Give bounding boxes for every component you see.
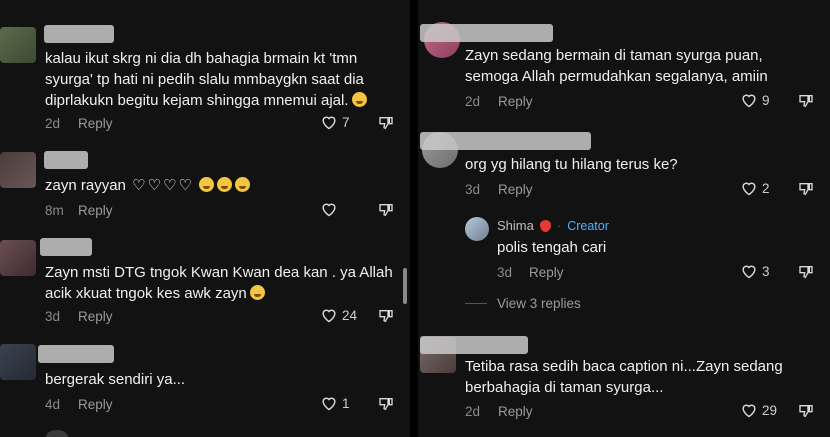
- reply-text: polis tengah cari: [497, 239, 607, 256]
- comment-time: 8m: [45, 203, 64, 218]
- username-redacted[interactable]: [44, 25, 114, 43]
- pleading-emoji-icon: [249, 285, 265, 300]
- like-button[interactable]: 9: [740, 92, 770, 108]
- username-redacted[interactable]: [38, 345, 114, 363]
- view-replies-label: View 3 replies: [497, 296, 581, 311]
- like-button[interactable]: 2: [740, 180, 770, 196]
- avatar[interactable]: [0, 27, 36, 63]
- reply-button[interactable]: Reply: [498, 94, 533, 109]
- divider-line: [465, 303, 487, 304]
- reply-author[interactable]: Shima · Creator: [497, 218, 609, 233]
- like-count: 9: [762, 92, 770, 108]
- thumbs-down-icon[interactable]: [378, 115, 394, 131]
- crying-emoji-icon: [351, 92, 367, 107]
- comments-panel-right: Zayn sedang bermain di taman syurga puan…: [418, 0, 830, 437]
- comment-text: zayn rayyan ♡ ♡ ♡ ♡: [45, 175, 251, 196]
- like-button[interactable]: 3: [740, 263, 770, 279]
- reply-button[interactable]: Reply: [78, 203, 113, 218]
- thumbs-down-icon[interactable]: [378, 396, 394, 412]
- panel-divider: [410, 0, 418, 437]
- crying-emoji-icon: [235, 177, 251, 192]
- thumbs-down-icon[interactable]: [798, 403, 814, 419]
- like-button[interactable]: 7: [320, 114, 350, 130]
- crying-emoji-icon: [199, 177, 215, 192]
- like-count: 29: [762, 402, 778, 418]
- author-name: Shima: [497, 218, 534, 233]
- creator-badge: Creator: [567, 218, 609, 233]
- reply-button[interactable]: Reply: [498, 182, 533, 197]
- like-count: 24: [342, 307, 358, 323]
- comment-text: org yg hilang tu hilang terus ke?: [465, 156, 678, 173]
- avatar[interactable]: [465, 217, 489, 241]
- heart-outline-icon: [322, 309, 336, 323]
- comment-text: Zayn msti DTG tngok Kwan Kwan dea kan . …: [45, 264, 393, 302]
- strawberry-icon: [539, 219, 551, 232]
- scrollbar-thumb[interactable]: [403, 268, 407, 304]
- reply-button[interactable]: Reply: [498, 404, 533, 419]
- heart-outline-icon: [322, 397, 336, 411]
- avatar[interactable]: [0, 240, 36, 276]
- comment-time: 2d: [45, 116, 61, 131]
- comment-text: kalau ikut skrg ni dia dh bahagia brmain…: [45, 48, 367, 111]
- comment-time: 2d: [465, 404, 481, 419]
- heart-outline-icon: [742, 265, 756, 279]
- crying-emoji-icon: [217, 177, 233, 192]
- white-heart-icon: ♡: [147, 177, 161, 194]
- comment-text: Tetiba rasa sedih baca caption ni...Zayn…: [465, 358, 783, 396]
- heart-outline-icon: [742, 404, 756, 418]
- heart-outline-icon: [742, 182, 756, 196]
- comment-text: Zayn sedang bermain di taman syurga puan…: [465, 47, 768, 85]
- username-redacted[interactable]: [420, 24, 553, 42]
- reply-time: 3d: [497, 265, 513, 280]
- thumbs-down-icon[interactable]: [378, 308, 394, 324]
- username-redacted[interactable]: [40, 238, 92, 256]
- comment-text: bergerak sendiri ya...: [45, 371, 186, 388]
- thumbs-down-icon[interactable]: [798, 181, 814, 197]
- reply-button[interactable]: Reply: [78, 309, 113, 324]
- heart-outline-icon: [322, 116, 336, 130]
- username-redacted[interactable]: [420, 336, 528, 354]
- thumbs-down-icon[interactable]: [798, 93, 814, 109]
- like-button[interactable]: 29: [740, 402, 777, 418]
- like-button[interactable]: [320, 201, 342, 217]
- thumbs-down-icon[interactable]: [798, 264, 814, 280]
- reply-button[interactable]: Reply: [78, 116, 113, 131]
- reply-button[interactable]: Reply: [529, 265, 564, 280]
- username-redacted[interactable]: [420, 132, 591, 150]
- avatar: [46, 430, 68, 437]
- like-count: 2: [762, 180, 770, 196]
- heart-outline-icon: [742, 94, 756, 108]
- reply-button[interactable]: Reply: [78, 397, 113, 412]
- comment-time: 2d: [465, 94, 481, 109]
- comments-panel-left: kalau ikut skrg ni dia dh bahagia brmain…: [0, 0, 410, 437]
- comment-time: 3d: [45, 309, 61, 324]
- comment-time: 4d: [45, 397, 61, 412]
- like-button[interactable]: 24: [320, 307, 357, 323]
- white-heart-icon: ♡: [178, 177, 192, 194]
- like-count: 3: [762, 263, 770, 279]
- comment-time: 3d: [465, 182, 481, 197]
- thumbs-down-icon[interactable]: [378, 202, 394, 218]
- like-count: 1: [342, 395, 350, 411]
- username-redacted[interactable]: [44, 151, 88, 169]
- view-replies-button[interactable]: View 3 replies: [465, 296, 581, 311]
- avatar[interactable]: [0, 152, 36, 188]
- avatar[interactable]: [0, 344, 36, 380]
- like-button[interactable]: 1: [320, 395, 350, 411]
- white-heart-icon: ♡: [132, 177, 146, 194]
- like-count: 7: [342, 114, 350, 130]
- white-heart-icon: ♡: [162, 177, 177, 194]
- heart-outline-icon: [322, 203, 336, 217]
